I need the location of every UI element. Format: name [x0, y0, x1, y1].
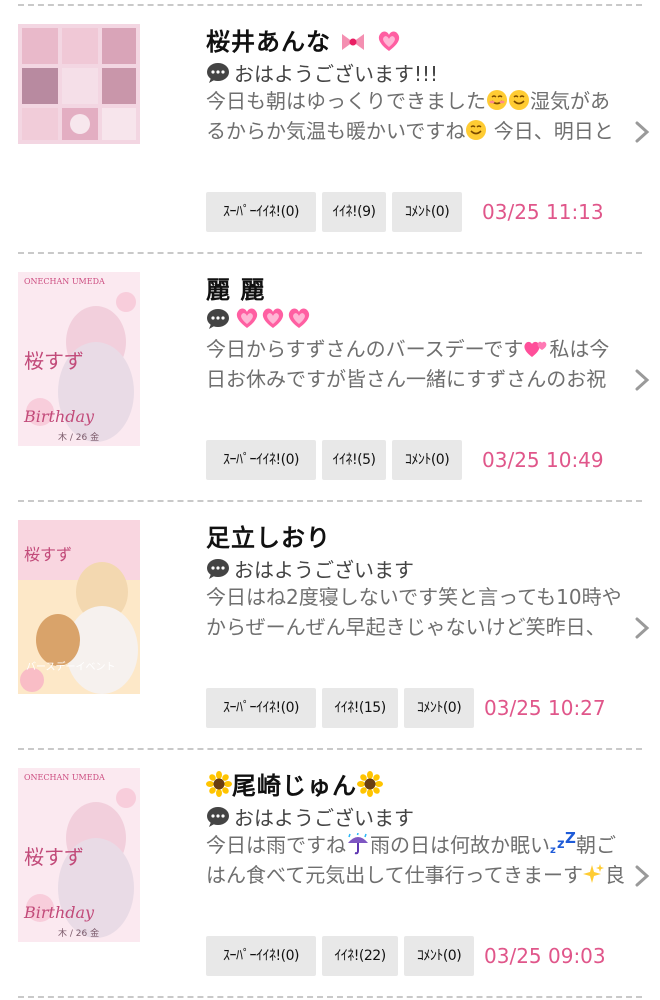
like-button[interactable]: ｲｲﾈ!(22) [322, 936, 398, 976]
list-item[interactable]: ONECHAN UMEDA 桜すず Birthday 木 / 26 金 尾崎じゅ… [0, 768, 660, 988]
svg-text:z: z [557, 837, 565, 852]
post-subject: おはようございます!!! [206, 58, 438, 87]
poster-name: 桜すず [24, 845, 84, 869]
excerpt-text: 雨の日は何故か眠い [370, 833, 550, 857]
post-subject-text: おはようございます [234, 806, 414, 830]
list-item[interactable]: ONECHAN UMEDA 桜すず Birthday 木 / 26 金 麗 麗 … [0, 272, 660, 492]
speech-bubble-icon [207, 63, 229, 83]
post-actions: ｽｰﾊﾟｰｲｲﾈ!(0) ｲｲﾈ!(22) ｺﾒﾝﾄ(0) 03/25 09:0… [206, 936, 626, 976]
excerpt-text: 今日も朝はゆっくりできました [206, 89, 486, 113]
author-name: 麗 麗 [206, 276, 266, 304]
post-date: 03/25 10:49 [482, 448, 604, 472]
sparkling-heart-icon [288, 308, 310, 328]
poster-event: バースデーイベント [26, 660, 116, 673]
like-button[interactable]: ｲｲﾈ!(5) [322, 440, 386, 480]
post-actions: ｽｰﾊﾟｰｲｲﾈ!(0) ｲｲﾈ!(15) ｺﾒﾝﾄ(0) 03/25 10:2… [206, 688, 626, 728]
sparkling-heart-icon [262, 308, 284, 328]
list-item[interactable]: 桜すず バースデーイベント 足立しおり おはようございます 今日はね2度寝しない… [0, 520, 660, 740]
smiling-icon [466, 120, 487, 140]
sunflower-icon [357, 771, 383, 797]
sparkling-heart-icon [236, 308, 258, 328]
post-excerpt: 今日からすずさんのバースデーです 私は今日お休みですが皆さん一緒にすずさんのお祝 [206, 334, 626, 394]
post-subject: おはようございます [206, 554, 414, 583]
super-like-button[interactable]: ｽｰﾊﾟｰｲｲﾈ!(0) [206, 440, 316, 480]
poster-birthday: Birthday [23, 407, 95, 426]
poster-brand: ONECHAN UMEDA [24, 277, 105, 286]
post-thumbnail[interactable]: 桜すず バースデーイベント [18, 520, 140, 694]
author-name: 尾崎じゅん [206, 766, 383, 801]
speech-bubble-icon [207, 309, 229, 329]
post-subject: おはようございます [206, 802, 414, 831]
birthday-event-poster-image: 桜すず バースデーイベント [18, 520, 140, 694]
birthday-poster-image: ONECHAN UMEDA 桜すず Birthday 木 / 26 金 [18, 272, 140, 446]
author-name: 足立しおり [206, 524, 331, 552]
author-name: 桜井あんな [206, 22, 402, 57]
post-excerpt: 今日はね2度寝しないです笑と言っても10時やからぜーんぜん早起きじゃないけど笑昨… [206, 582, 626, 642]
chevron-right-icon[interactable] [634, 368, 650, 392]
divider [18, 748, 642, 750]
divider [18, 4, 642, 6]
sparkles-icon [583, 864, 604, 883]
like-button[interactable]: ｲｲﾈ!(9) [322, 192, 386, 232]
poster-dates: 木 / 26 金 [58, 927, 99, 939]
author-name-text: 尾崎じゅん [232, 772, 357, 800]
speech-bubble-icon [207, 559, 229, 579]
post-thumbnail[interactable]: ONECHAN UMEDA 桜すず Birthday 木 / 26 金 [18, 272, 140, 446]
chevron-right-icon[interactable] [634, 120, 650, 144]
post-date: 03/25 09:03 [484, 944, 606, 968]
blog-feed: 桜井あんな おはようございます!!! 今日も朝はゆっくりできました 湿気があるから… [0, 0, 660, 1000]
divider [18, 500, 642, 502]
author-name-text: 桜井あんな [206, 28, 331, 56]
post-date: 03/25 10:27 [484, 696, 606, 720]
umbrella-rain-icon [348, 833, 368, 855]
poster-birthday: Birthday [23, 903, 95, 922]
post-excerpt: 今日は雨ですね 雨の日は何故か眠い z z Z 朝ごはん食べて元気出して仕事行ってきまーす… [206, 830, 626, 890]
post-subject-text: おはようございます!!! [234, 62, 439, 86]
speech-bubble-icon [207, 807, 229, 827]
birthday-poster-image: ONECHAN UMEDA 桜すず Birthday 木 / 26 金 [18, 768, 140, 942]
comment-button[interactable]: ｺﾒﾝﾄ(0) [392, 440, 462, 480]
svg-text:z: z [550, 845, 556, 855]
post-date: 03/25 11:13 [482, 200, 604, 224]
post-subject [206, 306, 312, 332]
super-like-button[interactable]: ｽｰﾊﾟｰｲｲﾈ!(0) [206, 192, 316, 232]
list-item[interactable]: 桜井あんな おはようございます!!! 今日も朝はゆっくりできました 湿気があるから… [0, 24, 660, 244]
excerpt-text: 今日はね2度寝しないです笑と言っても10時やからぜーんぜん早起きじゃないけど笑昨… [206, 585, 622, 639]
ribbon-icon [342, 34, 365, 50]
poster-name: 桜すず [24, 349, 84, 373]
two-hearts-icon [524, 341, 547, 357]
sunflower-icon [206, 771, 232, 797]
post-thumbnail[interactable]: ONECHAN UMEDA 桜すず Birthday 木 / 26 金 [18, 768, 140, 942]
excerpt-text: 今日は雨ですね [206, 833, 346, 857]
excerpt-text: 今日からすずさんのバースデーです [206, 337, 524, 361]
super-like-button[interactable]: ｽｰﾊﾟｰｲｲﾈ!(0) [206, 688, 316, 728]
poster-name: 桜すず [24, 545, 72, 564]
post-actions: ｽｰﾊﾟｰｲｲﾈ!(0) ｲｲﾈ!(5) ｺﾒﾝﾄ(0) 03/25 10:49 [206, 440, 626, 480]
super-like-button[interactable]: ｽｰﾊﾟｰｲｲﾈ!(0) [206, 936, 316, 976]
smiling-icon [509, 90, 529, 110]
comment-button[interactable]: ｺﾒﾝﾄ(0) [404, 688, 474, 728]
chevron-right-icon[interactable] [634, 864, 650, 888]
poster-brand: ONECHAN UMEDA [24, 773, 105, 782]
like-button[interactable]: ｲｲﾈ!(15) [322, 688, 398, 728]
chevron-right-icon[interactable] [634, 616, 650, 640]
divider [18, 996, 642, 998]
excerpt-text: 今日、明日と [487, 119, 614, 143]
collage-photo [18, 24, 140, 144]
post-actions: ｽｰﾊﾟｰｲｲﾈ!(0) ｲｲﾈ!(9) ｺﾒﾝﾄ(0) 03/25 11:13 [206, 192, 626, 232]
post-thumbnail[interactable] [18, 24, 140, 144]
post-subject-text: おはようございます [234, 558, 414, 582]
divider [18, 252, 642, 254]
excerpt-text: 良 [605, 863, 625, 887]
comment-button[interactable]: ｺﾒﾝﾄ(0) [404, 936, 474, 976]
poster-dates: 木 / 26 金 [58, 431, 99, 443]
svg-text:Z: Z [565, 831, 576, 847]
smiling-blush-icon [487, 90, 507, 110]
comment-button[interactable]: ｺﾒﾝﾄ(0) [392, 192, 462, 232]
sparkling-heart-icon [378, 31, 399, 51]
post-excerpt: 今日も朝はゆっくりできました 湿気があるからか気温も暖かいですね 今日、明日と [206, 86, 626, 146]
zzz-icon: zzZ [550, 831, 576, 855]
